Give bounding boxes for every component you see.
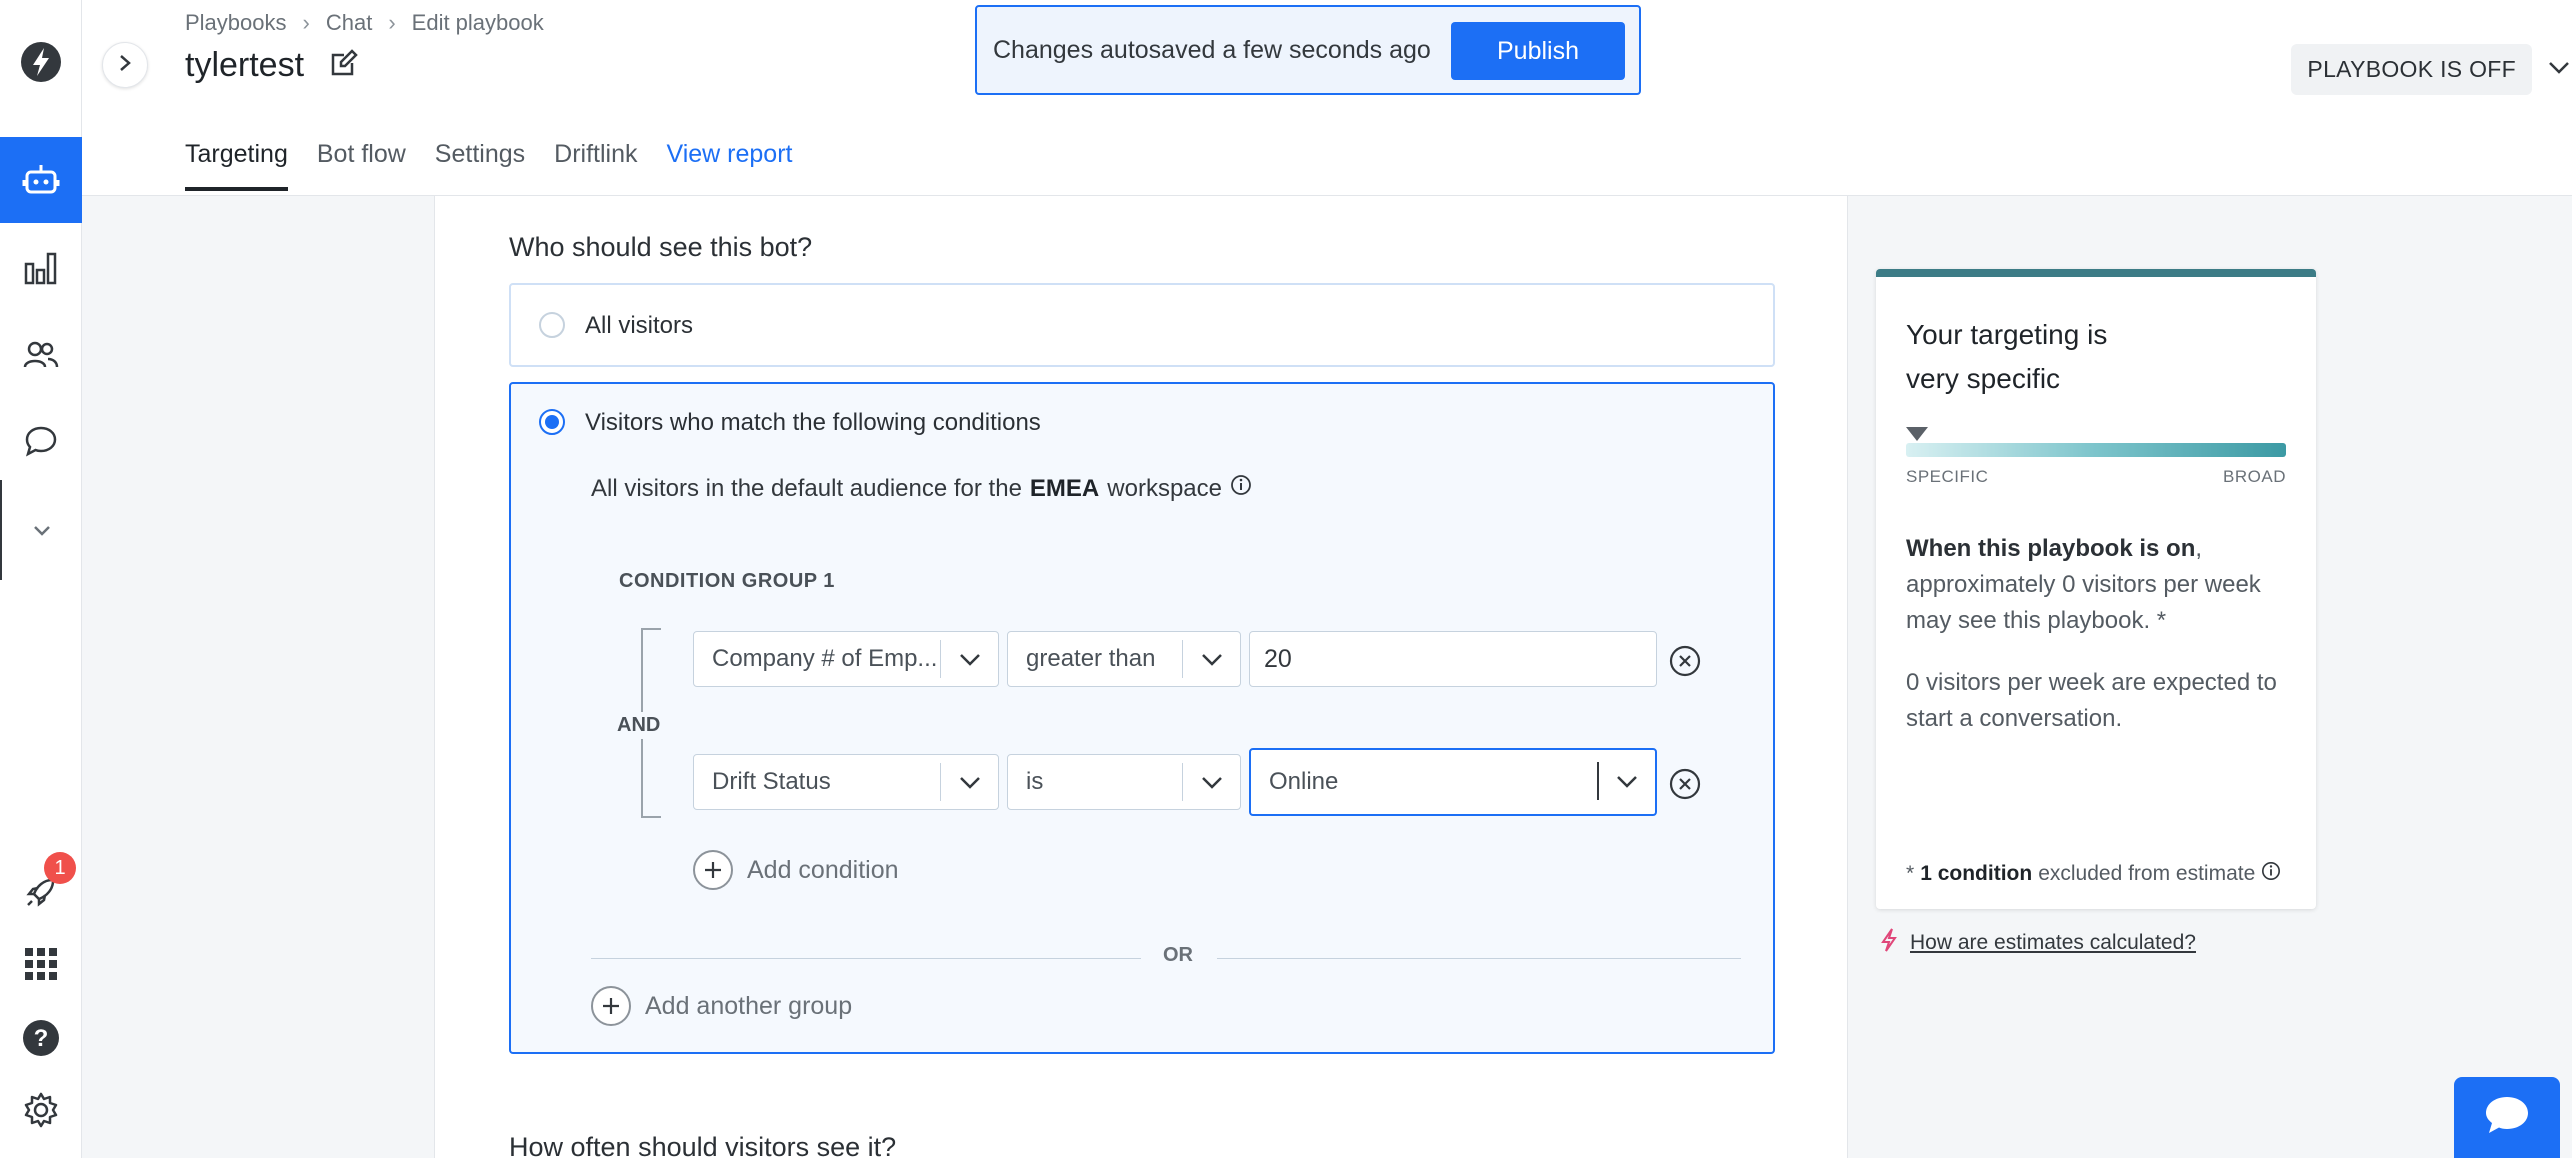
help-icon[interactable]: ? — [0, 1010, 82, 1066]
autosave-message: Changes autosaved a few seconds ago — [993, 35, 1431, 64]
contacts-icon[interactable] — [0, 327, 82, 383]
targeting-card: Who should see this bot? All visitors Vi… — [434, 196, 1848, 1158]
scale-specific-label: SPECIFIC — [1906, 467, 1989, 486]
or-label: OR — [1151, 944, 1205, 967]
audience-prefix: All visitors in the default audience for… — [591, 474, 1022, 502]
remove-condition-icon[interactable] — [1669, 768, 1701, 800]
status-badge[interactable]: PLAYBOOK IS OFF — [2291, 44, 2532, 95]
publish-button[interactable]: Publish — [1451, 22, 1625, 80]
specificity-scale-bar — [1906, 443, 2286, 457]
chevron-right-icon — [118, 53, 132, 78]
notification-badge: 1 — [44, 852, 76, 884]
info-icon[interactable] — [2261, 861, 2281, 887]
chevron-right-icon: › — [388, 10, 396, 35]
settings-gear-icon[interactable] — [0, 1082, 82, 1138]
frequency-question: How often should visitors see it? — [509, 1132, 897, 1158]
audience-workspace: EMEA — [1029, 474, 1100, 502]
specificity-marker-icon — [1906, 427, 1928, 441]
tab-driftlink[interactable]: Driftlink — [554, 140, 637, 191]
chevron-down-icon[interactable] — [940, 640, 998, 678]
left-nav: 1 ? — [0, 0, 82, 1158]
chevron-down-icon[interactable] — [1182, 640, 1240, 678]
condition-2-value: Online — [1269, 768, 1339, 795]
option-all-visitors-label: All visitors — [585, 312, 694, 339]
tab-bar: Targeting Bot flow Settings Driftlink Vi… — [185, 140, 792, 191]
playbook-status-toggle[interactable]: PLAYBOOK IS OFF — [2291, 44, 2572, 95]
playbooks-bot-icon[interactable] — [0, 137, 82, 223]
footnote-prefix: * — [1906, 862, 1915, 885]
condition-2-operator-select[interactable]: is — [1007, 754, 1241, 810]
estimate-help-link-row: How are estimates calculated? — [1880, 928, 2196, 958]
chevron-down-icon[interactable] — [940, 763, 998, 801]
or-divider-line — [591, 958, 1141, 959]
condition-2-operator-value: is — [1026, 768, 1044, 795]
footnote-bold: 1 condition — [1920, 862, 2033, 885]
autosave-toast: Changes autosaved a few seconds ago Publ… — [975, 5, 1641, 95]
plus-icon — [591, 986, 631, 1026]
condition-2-field-select[interactable]: Drift Status — [693, 754, 999, 810]
option-all-visitors[interactable]: All visitors — [509, 283, 1775, 367]
estimate-footnote: * 1 condition excluded from estimate — [1906, 861, 2281, 887]
scale-broad-label: BROAD — [2223, 467, 2286, 486]
breadcrumb-chat[interactable]: Chat — [326, 10, 372, 36]
svg-text:?: ? — [34, 1025, 49, 1052]
audience-question: Who should see this bot? — [509, 232, 813, 262]
condition-1-value-input[interactable]: 20 — [1249, 631, 1657, 687]
condition-2-value-select[interactable]: Online — [1249, 748, 1657, 816]
condition-1-operator-value: greater than — [1026, 645, 1156, 672]
add-condition-label: Add condition — [747, 855, 899, 884]
expand-sidebar-button[interactable] — [102, 42, 148, 88]
condition-1-field-select[interactable]: Company # of Emp... — [693, 631, 999, 687]
estimate-title: Your targeting is very specific — [1906, 319, 2108, 394]
apps-grid-icon[interactable] — [0, 936, 82, 992]
chevron-right-icon: › — [302, 10, 310, 35]
drift-logo-icon[interactable] — [0, 30, 82, 94]
footnote-rest: excluded from estimate — [2038, 862, 2256, 885]
condition-1-operator-select[interactable]: greater than — [1007, 631, 1241, 687]
reports-icon[interactable] — [0, 240, 82, 296]
add-group-button[interactable]: Add another group — [591, 986, 852, 1026]
radio-all-visitors[interactable] — [539, 312, 565, 338]
specificity-scale-labels: SPECIFIC BROAD — [1906, 467, 2286, 487]
chevron-down-icon[interactable] — [1597, 762, 1655, 800]
audience-description: All visitors in the default audience for… — [591, 474, 1252, 503]
add-condition-button[interactable]: Add condition — [693, 850, 899, 890]
expand-more-icon[interactable] — [0, 480, 82, 580]
radio-matching-visitors[interactable] — [539, 409, 565, 435]
breadcrumb-edit-playbook: Edit playbook — [411, 10, 544, 35]
conversations-icon[interactable] — [0, 413, 82, 469]
edit-pencil-icon[interactable] — [330, 49, 358, 82]
tab-targeting[interactable]: Targeting — [185, 140, 288, 191]
info-icon[interactable] — [1230, 474, 1252, 503]
or-divider: OR — [591, 944, 1741, 974]
title-row: tylertest — [185, 46, 358, 85]
condition-group-label: CONDITION GROUP 1 — [619, 570, 835, 592]
and-label: AND — [617, 712, 661, 739]
option-matching-visitors[interactable]: Visitors who match the following conditi… — [509, 382, 1775, 1054]
estimates-help-link[interactable]: How are estimates calculated? — [1910, 931, 2196, 955]
lightning-bolt-icon — [1880, 928, 1898, 958]
option-matching-visitors-label: Visitors who match the following conditi… — [585, 409, 1041, 436]
chevron-down-icon[interactable] — [2546, 58, 2572, 81]
chat-widget-button[interactable] — [2454, 1077, 2560, 1158]
condition-2-field-value: Drift Status — [712, 768, 831, 795]
remove-condition-icon[interactable] — [1669, 645, 1701, 677]
condition-1-field-value: Company # of Emp... — [712, 645, 938, 672]
chat-bubble-icon — [2483, 1094, 2531, 1141]
tab-view-report[interactable]: View report — [666, 140, 792, 191]
tab-bot-flow[interactable]: Bot flow — [317, 140, 406, 191]
or-divider-line — [1217, 958, 1741, 959]
chevron-down-icon[interactable] — [1182, 763, 1240, 801]
plus-icon — [693, 850, 733, 890]
targeting-estimate-panel: Your targeting is very specific SPECIFIC… — [1876, 269, 2316, 909]
page-title: tylertest — [185, 46, 305, 84]
audience-suffix: workspace — [1107, 474, 1222, 502]
breadcrumb-playbooks[interactable]: Playbooks — [185, 10, 287, 36]
estimate-body-bold: When this playbook is on — [1906, 535, 2196, 562]
estimate-visitors-text: When this playbook is on, approximately … — [1906, 531, 2296, 639]
add-group-label: Add another group — [645, 991, 853, 1020]
breadcrumb: Playbooks › Chat › Edit playbook — [185, 10, 544, 36]
tab-settings[interactable]: Settings — [435, 140, 525, 191]
estimate-conversations-text: 0 visitors per week are expected to star… — [1906, 669, 2277, 732]
